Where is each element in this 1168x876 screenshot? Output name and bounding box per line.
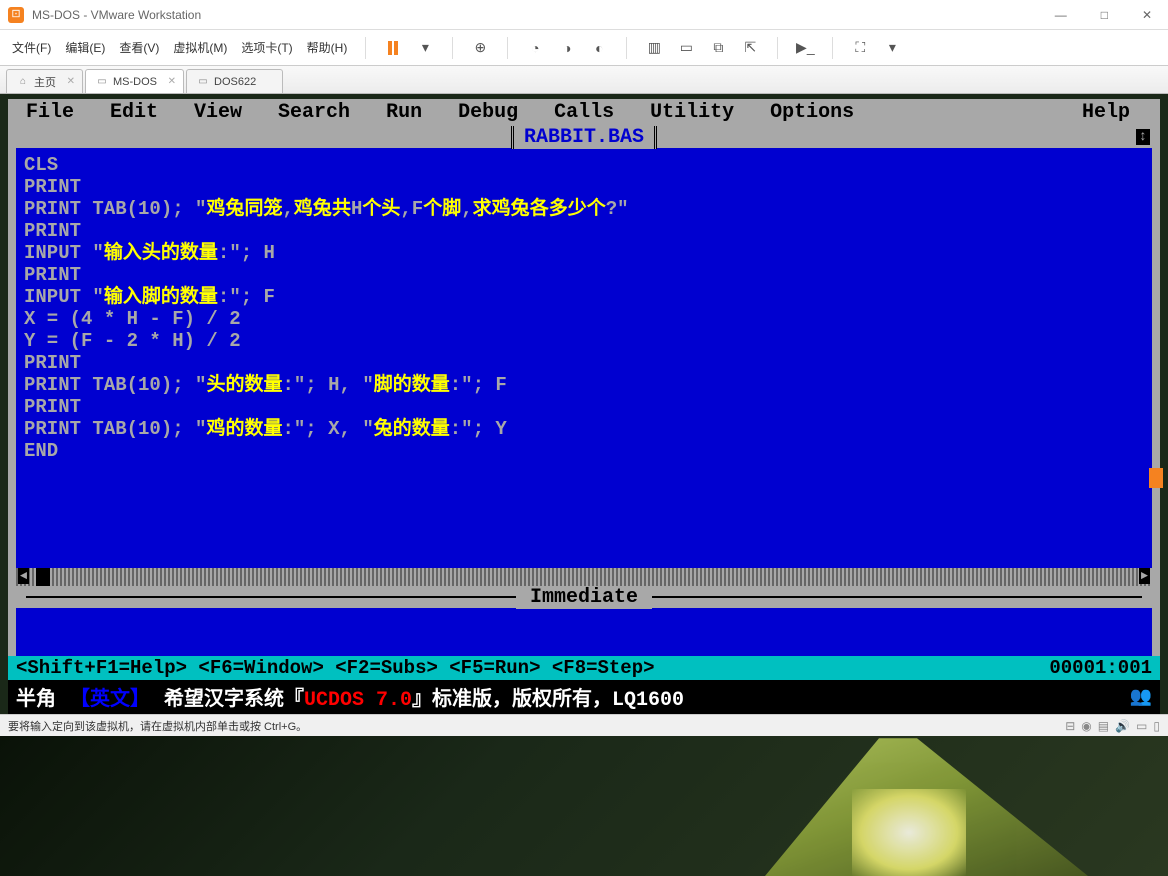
status-message: 要将输入定向到该虚拟机，请在虚拟机内部单击或按 Ctrl+G。 xyxy=(8,718,1065,734)
menu-view[interactable]: 查看(V) xyxy=(119,39,159,56)
usb-icon[interactable]: ▯ xyxy=(1153,719,1160,733)
scroll-thumb[interactable] xyxy=(36,568,50,586)
qb-menu-debug[interactable]: Debug xyxy=(440,101,536,124)
menu-tabs[interactable]: 选项卡(T) xyxy=(241,39,292,56)
network-icon[interactable]: ▭ xyxy=(1136,719,1147,733)
layout1-icon[interactable]: ▥ xyxy=(645,39,663,57)
revert-icon[interactable]: ◑ xyxy=(558,39,576,57)
desktop-background xyxy=(0,731,1168,876)
qb-statusbar: <Shift+F1=Help> <F6=Window> <F2=Subs> <F… xyxy=(8,656,1160,680)
layout4-icon[interactable]: ⇱ xyxy=(741,39,759,57)
vmware-menubar: 文件(F) 编辑(E) 查看(V) 虚拟机(M) 选项卡(T) 帮助(H) ▾ … xyxy=(0,30,1168,66)
dos-screen[interactable]: File Edit View Search Run Debug Calls Ut… xyxy=(8,99,1160,714)
immediate-titlebar: Immediate xyxy=(8,586,1160,608)
ucdos-brand: UCDOS 7.0 xyxy=(304,689,412,712)
code-editor[interactable]: CLS PRINT PRINT TAB(10); "鸡兔同笼,鸡兔共H个头,F个… xyxy=(8,148,1160,568)
qb-filename: RABBIT.BAS xyxy=(511,126,657,149)
qb-menu-run[interactable]: Run xyxy=(368,101,440,124)
tent-image xyxy=(708,731,1088,876)
app-icon xyxy=(8,7,24,23)
tab-home[interactable]: ⌂ 主页 ✕ xyxy=(6,69,83,93)
cd-icon[interactable]: ◉ xyxy=(1081,719,1091,733)
tab-msdos[interactable]: ▭ MS-DOS ✕ xyxy=(85,69,184,93)
qb-menu-options[interactable]: Options xyxy=(752,101,872,124)
layout3-icon[interactable]: ⧉ xyxy=(709,39,727,57)
input-mode: 半角 xyxy=(16,682,56,712)
immediate-window[interactable] xyxy=(8,608,1160,656)
vmware-statusbar: 要将输入定向到该虚拟机，请在虚拟机内部单击或按 Ctrl+G。 ⊟ ◉ ▤ 🔊 … xyxy=(0,714,1168,736)
qbasic-menubar: File Edit View Search Run Debug Calls Ut… xyxy=(8,99,1160,126)
menu-help[interactable]: 帮助(H) xyxy=(307,39,348,56)
tab-label: 主页 xyxy=(34,74,56,90)
shortcut-hints: <Shift+F1=Help> <F6=Window> <F2=Subs> <F… xyxy=(16,657,1049,679)
qb-menu-edit[interactable]: Edit xyxy=(92,101,176,124)
qb-menu-calls[interactable]: Calls xyxy=(536,101,632,124)
fullscreen-icon[interactable]: ⛶ xyxy=(851,39,869,57)
close-icon[interactable]: ✕ xyxy=(67,76,75,87)
qb-menu-search[interactable]: Search xyxy=(260,101,368,124)
layout2-icon[interactable]: ▭ xyxy=(677,39,695,57)
ucdos-text: 希望汉字系统『UCDOS 7.0』标准版，版权所有，LQ1600 xyxy=(164,682,684,712)
minimize-button[interactable]: — xyxy=(1047,4,1075,26)
qb-file-titlebar: RABBIT.BAS ↕ xyxy=(8,126,1160,148)
menu-file[interactable]: 文件(F) xyxy=(12,39,51,56)
horizontal-scrollbar[interactable] xyxy=(8,568,1160,586)
window-titlebar: MS-DOS - VMware Workstation — □ ✕ xyxy=(0,0,1168,30)
manage-icon[interactable]: ◐ xyxy=(590,39,608,57)
floppy-icon[interactable]: ▤ xyxy=(1098,719,1109,733)
send-icon[interactable]: ⊕ xyxy=(471,39,489,57)
disk-icon[interactable]: ⊟ xyxy=(1065,719,1075,733)
window-title: MS-DOS - VMware Workstation xyxy=(32,8,1047,22)
scroll-thumb[interactable] xyxy=(1149,468,1163,488)
close-icon[interactable]: ✕ xyxy=(168,76,176,87)
vertical-scrollbar[interactable] xyxy=(1152,148,1160,568)
qb-menu-help[interactable]: Help xyxy=(1064,101,1160,124)
vm-icon: ▭ xyxy=(197,76,209,88)
tab-label: DOS622 xyxy=(214,76,256,88)
sound-icon[interactable]: 🔊 xyxy=(1115,719,1130,733)
vm-icon: ▭ xyxy=(96,76,108,88)
printer-model: LQ1600 xyxy=(612,689,684,712)
ucdos-statusbar: 半角 【英文】 希望汉字系统『UCDOS 7.0』标准版，版权所有，LQ1600… xyxy=(8,680,1160,714)
qb-menu-view[interactable]: View xyxy=(176,101,260,124)
maximize-arrow-icon[interactable]: ↕ xyxy=(1136,129,1150,145)
tab-dos622[interactable]: ▭ DOS622 xyxy=(186,69,283,93)
menu-edit[interactable]: 编辑(E) xyxy=(65,39,105,56)
dropdown2-icon[interactable]: ▾ xyxy=(883,39,901,57)
tab-label: MS-DOS xyxy=(113,76,157,88)
cursor-position: 00001:001 xyxy=(1049,657,1152,679)
vm-tabbar: ⌂ 主页 ✕ ▭ MS-DOS ✕ ▭ DOS622 xyxy=(0,66,1168,94)
qb-menu-file[interactable]: File xyxy=(8,101,92,124)
input-language: 【英文】 xyxy=(70,682,150,712)
close-button[interactable]: ✕ xyxy=(1134,4,1160,26)
ime-icon[interactable]: 👥 xyxy=(1130,686,1152,708)
maximize-button[interactable]: □ xyxy=(1093,4,1116,26)
dropdown-icon[interactable]: ▾ xyxy=(416,39,434,57)
menu-vm[interactable]: 虚拟机(M) xyxy=(173,39,227,56)
home-icon: ⌂ xyxy=(17,76,29,88)
snapshot-icon[interactable]: ◔ xyxy=(526,39,544,57)
console-icon[interactable]: ▶_ xyxy=(796,39,814,57)
pause-icon[interactable] xyxy=(384,39,402,57)
qb-menu-utility[interactable]: Utility xyxy=(632,101,752,124)
immediate-label: Immediate xyxy=(516,586,652,609)
